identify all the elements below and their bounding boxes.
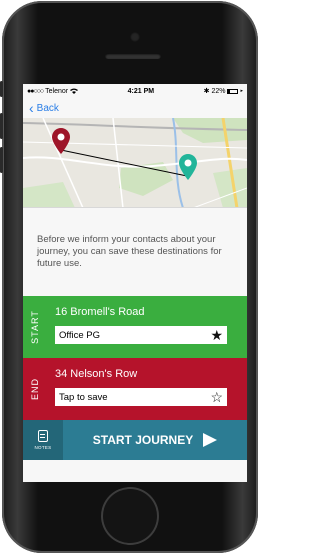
start-side-label: START — [30, 310, 41, 344]
volume-down-button — [0, 147, 3, 173]
star-filled-icon[interactable]: ★ — [210, 328, 223, 342]
nav-bar: ‹ Back — [23, 98, 247, 118]
mute-switch — [0, 81, 3, 97]
battery-icon — [227, 88, 239, 94]
start-address: 16 Bromell's Road — [55, 306, 145, 318]
home-button[interactable] — [101, 487, 159, 545]
bluetooth-icon: ✱ — [203, 88, 210, 95]
app-screen: ●●○○○ Telenor 4:21 PM ✱ 22% ▸ ‹ Back Bef… — [23, 84, 247, 482]
start-location-pin-icon — [52, 128, 70, 154]
end-name-field[interactable]: Tap to save ☆ — [55, 388, 227, 406]
charging-icon: ▸ — [240, 88, 243, 94]
info-text: Before we inform your contacts about you… — [37, 234, 222, 269]
status-bar: ●●○○○ Telenor 4:21 PM ✱ 22% ▸ — [23, 84, 247, 98]
start-location-panel: START 16 Bromell's Road Office PG ★ — [23, 296, 247, 358]
end-location-panel: END 34 Nelson's Row Tap to save ☆ — [23, 358, 247, 420]
signal-strength: ●●○○○ — [27, 87, 44, 95]
end-address: 34 Nelson's Row — [55, 368, 138, 380]
start-journey-button[interactable]: START JOURNEY — [63, 420, 247, 460]
front-camera — [130, 32, 140, 42]
battery-percent: 22% — [211, 87, 226, 95]
end-saved-name: Tap to save — [59, 391, 108, 403]
end-side-label: END — [29, 377, 40, 401]
arrow-right-icon — [203, 433, 218, 447]
volume-up-button — [0, 113, 3, 139]
notes-icon — [38, 430, 48, 442]
clock: 4:21 PM — [127, 87, 155, 95]
footer-bar: NOTES START JOURNEY — [23, 420, 247, 460]
start-name-field[interactable]: Office PG ★ — [55, 326, 227, 344]
end-location-pin-icon — [179, 154, 197, 180]
route-map[interactable] — [23, 118, 247, 208]
chevron-left-icon[interactable]: ‹ — [29, 101, 34, 115]
start-saved-name: Office PG — [59, 329, 101, 341]
star-outline-icon[interactable]: ☆ — [210, 390, 223, 404]
start-journey-label: START JOURNEY — [92, 433, 194, 447]
notes-button[interactable]: NOTES — [23, 420, 63, 460]
back-button[interactable]: Back — [37, 103, 59, 114]
notes-label: NOTES — [34, 445, 52, 450]
wifi-icon — [70, 88, 79, 94]
earpiece-speaker — [105, 53, 161, 59]
carrier-name: Telenor — [45, 87, 69, 95]
